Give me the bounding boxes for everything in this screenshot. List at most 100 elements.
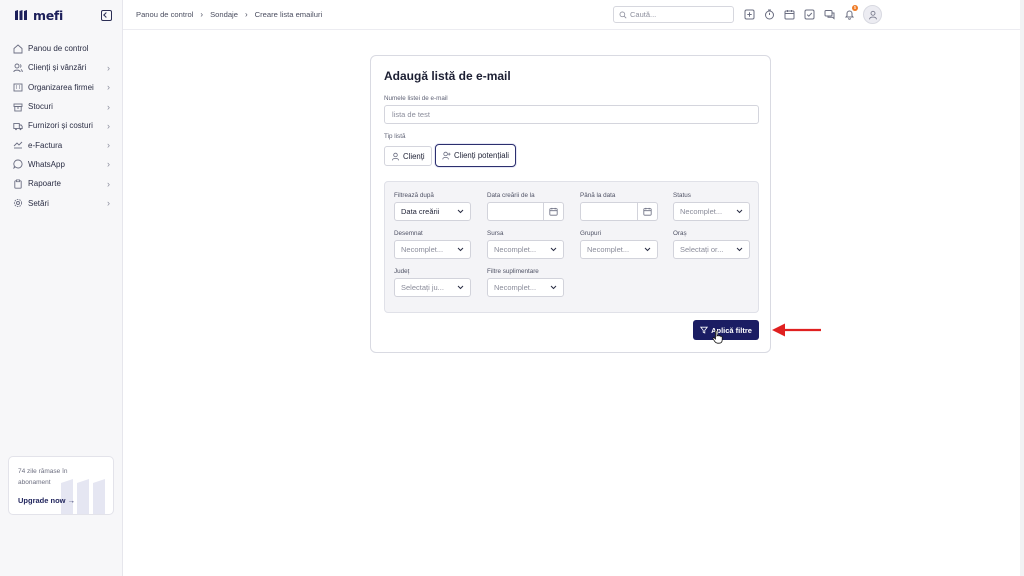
list-name-label: Numele listei de e-mail: [384, 95, 448, 102]
calendar-icon[interactable]: [783, 8, 795, 20]
groups-value: Necomplet...: [587, 245, 630, 254]
home-icon: [12, 43, 23, 54]
sidebar-item-furnizori[interactable]: Furnizori și costuri ›: [0, 116, 122, 135]
page-title: Adaugă listă de e-mail: [384, 69, 511, 83]
collapse-sidebar-icon[interactable]: [101, 9, 112, 21]
sidebar-item-organizare[interactable]: Organizarea firmei ›: [0, 78, 122, 97]
header-icons: 5: [743, 5, 858, 20]
chevron-down-icon: [549, 284, 557, 292]
extra-filters-value: Necomplet...: [494, 283, 537, 292]
upgrade-link-label: Upgrade now: [18, 496, 66, 505]
extra-filters-select[interactable]: Necomplet...: [487, 278, 564, 297]
chevron-right-icon: ›: [107, 159, 110, 170]
chevron-down-icon: [456, 246, 464, 254]
until-date-input[interactable]: [580, 202, 658, 221]
sidebar-item-label: Setări: [28, 198, 49, 208]
user-icon: [868, 10, 877, 19]
chevron-right-icon: ›: [107, 120, 110, 131]
top-bar: Panou de control › Sondaje › Creare list…: [123, 0, 1024, 30]
sidebar-item-label: Clienți și vânzări: [28, 63, 87, 73]
sidebar-item-whatsapp[interactable]: WhatsApp ›: [0, 155, 122, 174]
filter-by-select[interactable]: Data creării: [394, 202, 471, 221]
chevron-right-icon: ›: [200, 10, 204, 19]
source-value: Necomplet...: [494, 245, 537, 254]
chevron-right-icon: ›: [107, 178, 110, 189]
assigned-select[interactable]: Necomplet...: [394, 240, 471, 259]
apply-filters-button[interactable]: Aplică filtre: [693, 320, 759, 340]
chat-icon: [12, 159, 23, 170]
assigned-value: Necomplet...: [401, 245, 444, 254]
type-clienti-potentiali-button[interactable]: Clienți potențiali: [435, 144, 517, 167]
created-from-label: Data creării de la: [487, 192, 535, 199]
arrow-right-icon: →: [67, 496, 76, 505]
bell-icon[interactable]: 5: [843, 5, 858, 20]
sidebar-item-rapoarte[interactable]: Rapoarte ›: [0, 174, 122, 193]
filter-by-value: Data creării: [401, 207, 440, 216]
task-check-icon[interactable]: [803, 8, 815, 20]
search-input[interactable]: Caută...: [613, 6, 734, 23]
county-label: Județ: [394, 268, 410, 275]
chevron-down-icon: [735, 246, 743, 254]
search-icon: [619, 11, 627, 18]
filters-panel: Filtrează după Data creării Data creării…: [384, 181, 759, 313]
chevron-right-icon: ›: [107, 101, 110, 112]
sidebar-item-label: Furnizori și costuri: [28, 121, 93, 131]
assigned-label: Desemnat: [394, 230, 423, 237]
county-select[interactable]: Selectați ju...: [394, 278, 471, 297]
sidebar-item-label: WhatsApp: [28, 159, 65, 169]
chevron-right-icon: ›: [107, 140, 110, 151]
logo[interactable]: mefi: [14, 8, 63, 23]
add-square-icon[interactable]: [743, 8, 755, 20]
filter-by-label: Filtrează după: [394, 192, 434, 199]
sidebar-item-clienti[interactable]: Clienți și vânzări ›: [0, 58, 122, 77]
groups-select[interactable]: Necomplet...: [580, 240, 658, 259]
clipboard-icon: [12, 178, 23, 189]
city-value: Selectați or...: [680, 245, 724, 254]
sidebar-item-label: Rapoarte: [28, 179, 61, 189]
sidebar-item-label: e-Factura: [28, 140, 63, 150]
breadcrumb: Panou de control › Sondaje › Creare list…: [136, 10, 322, 19]
list-name-input[interactable]: lista de test: [384, 105, 759, 124]
city-select[interactable]: Selectați or...: [673, 240, 750, 259]
type-clienti-label: Clienți: [403, 151, 425, 161]
sidebar-item-label: Organizarea firmei: [28, 82, 94, 92]
chevron-right-icon: ›: [107, 82, 110, 93]
avatar[interactable]: [863, 5, 882, 24]
calendar-icon[interactable]: [543, 203, 563, 220]
sidebar-item-stocuri[interactable]: Stocuri ›: [0, 97, 122, 116]
list-type-label: Tip listă: [384, 133, 406, 140]
created-from-date-input[interactable]: [487, 202, 564, 221]
chevron-right-icon: ›: [107, 62, 110, 73]
breadcrumb-item[interactable]: Panou de control: [136, 10, 193, 19]
until-date-label: Până la data: [580, 192, 616, 199]
efactura-icon: [12, 140, 23, 151]
status-select[interactable]: Necomplet...: [673, 202, 750, 221]
chevron-down-icon: [643, 246, 651, 254]
source-label: Sursa: [487, 230, 504, 237]
mefi-logo-icon: [15, 10, 27, 20]
add-email-list-card: Adaugă listă de e-mail Numele listei de …: [370, 55, 771, 353]
calendar-icon[interactable]: [637, 203, 657, 220]
hand-cursor-icon: [712, 330, 723, 344]
upgrade-now-link[interactable]: Upgrade now →: [18, 496, 75, 505]
sidebar-item-efactura[interactable]: e-Factura ›: [0, 135, 122, 154]
type-clienti-button[interactable]: Clienți: [384, 146, 432, 166]
chevron-right-icon: ›: [107, 198, 110, 209]
box-icon: [12, 101, 23, 112]
timer-icon[interactable]: [763, 8, 775, 20]
sidebar-item-setari[interactable]: Setări ›: [0, 193, 122, 212]
sidebar-item-label: Stocuri: [28, 102, 53, 112]
notification-badge: 5: [852, 5, 858, 11]
sidebar-item-panou[interactable]: Panou de control: [0, 39, 122, 58]
chevron-down-icon: [456, 284, 464, 292]
messages-icon[interactable]: [823, 8, 835, 20]
source-select[interactable]: Necomplet...: [487, 240, 564, 259]
gear-icon: [12, 198, 23, 209]
user-icon: [391, 152, 400, 161]
subscription-days-text: 74 zile rămase în abonament: [18, 468, 68, 486]
annotation-arrow-icon: [772, 323, 821, 337]
groups-label: Grupuri: [580, 230, 601, 237]
breadcrumb-item[interactable]: Sondaje: [210, 10, 238, 19]
scrollbar[interactable]: [1020, 0, 1024, 576]
building-icon: [12, 82, 23, 93]
